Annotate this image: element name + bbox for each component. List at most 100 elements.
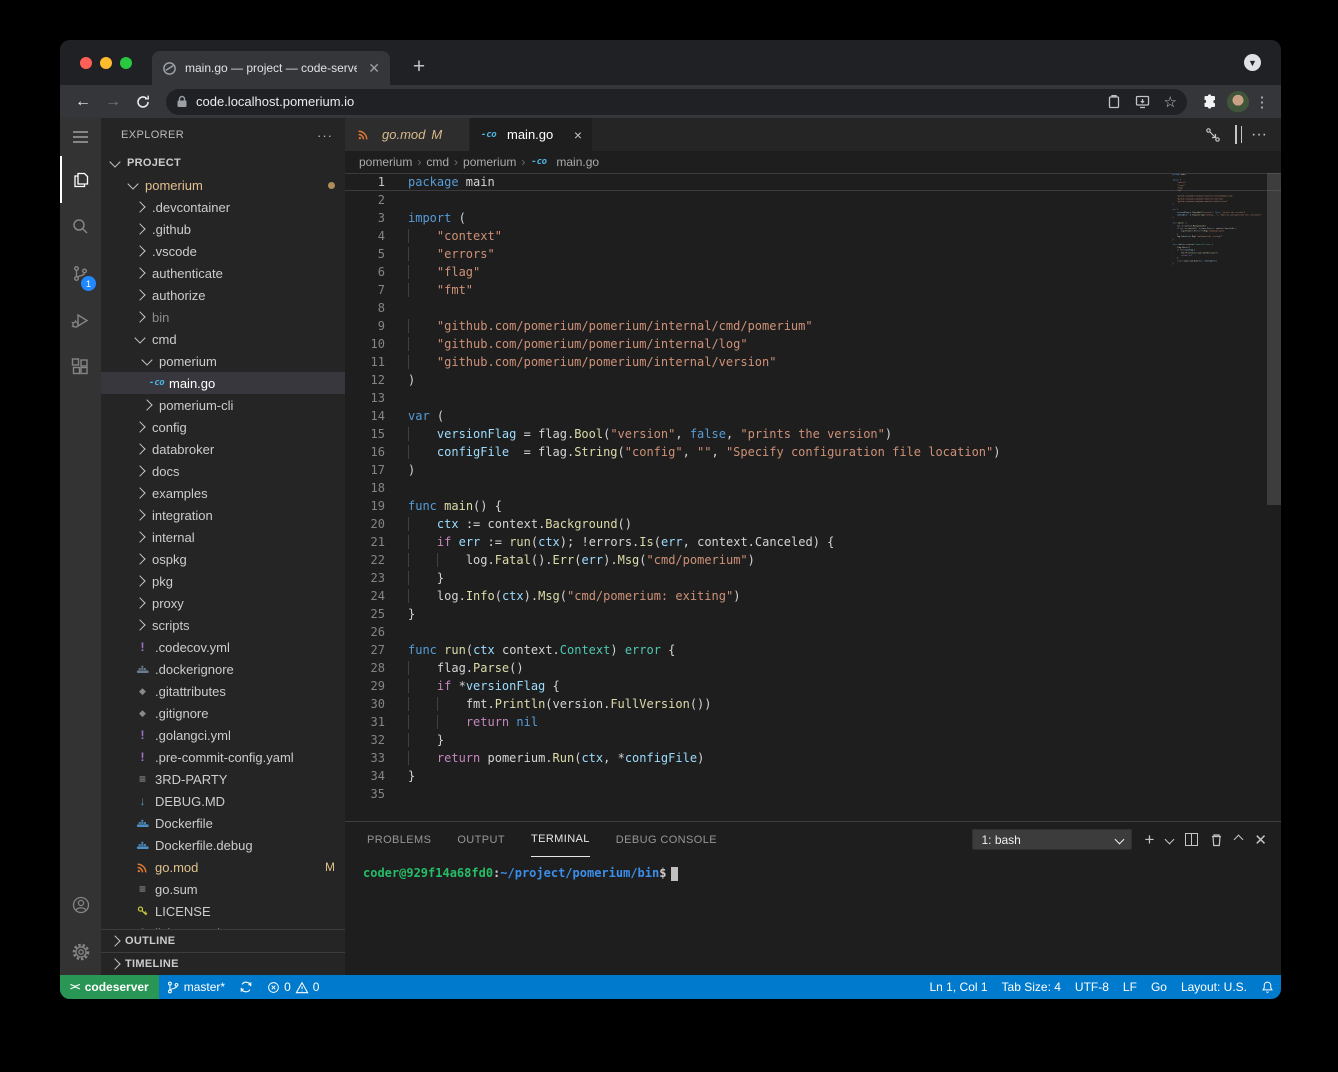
code-line-34[interactable]: 34}	[345, 767, 1281, 785]
tab-close-icon[interactable]: ✕	[368, 61, 380, 75]
sidebar-more-icon[interactable]: ···	[317, 128, 333, 143]
code-line-17[interactable]: 17)	[345, 461, 1281, 479]
copy-url-icon[interactable]	[1107, 94, 1121, 109]
new-terminal-icon[interactable]: +	[1144, 830, 1154, 850]
tab-output[interactable]: OUTPUT	[457, 822, 505, 857]
terminal-select[interactable]: 1: bash	[972, 829, 1132, 850]
tab-search-button[interactable]: ▼	[1244, 54, 1261, 71]
code-line-25[interactable]: 25}	[345, 605, 1281, 623]
tree-item-cmd[interactable]: cmd	[101, 328, 345, 350]
tree-item-pomerium[interactable]: pomerium	[101, 350, 345, 372]
tree-item--devcontainer[interactable]: .devcontainer	[101, 196, 345, 218]
editor-more-icon[interactable]: ···	[1251, 126, 1267, 144]
minimize-window-button[interactable]	[100, 57, 112, 69]
code-line-14[interactable]: 14var (	[345, 407, 1281, 425]
tab-problems[interactable]: PROBLEMS	[367, 822, 431, 857]
code-line-9[interactable]: 9 "github.com/pomerium/pomerium/internal…	[345, 317, 1281, 335]
tree-item-config[interactable]: config	[101, 416, 345, 438]
code-line-23[interactable]: 23 }	[345, 569, 1281, 587]
terminal-dropdown-icon[interactable]	[1165, 835, 1175, 845]
breadcrumb-item[interactable]: main.go	[556, 155, 599, 169]
tab-size[interactable]: Tab Size: 4	[995, 975, 1068, 999]
explorer-icon[interactable]	[60, 156, 101, 203]
open-changes-icon[interactable]	[1205, 127, 1221, 143]
split-terminal-icon[interactable]	[1185, 833, 1198, 846]
tree-item--gitattributes[interactable]: ◆.gitattributes	[101, 680, 345, 702]
code-line-32[interactable]: 32 }	[345, 731, 1281, 749]
new-tab-button[interactable]: +	[404, 52, 434, 82]
scrollbar-thumb[interactable]	[1267, 173, 1281, 505]
code-line-18[interactable]: 18	[345, 479, 1281, 497]
code-line-10[interactable]: 10 "github.com/pomerium/pomerium/interna…	[345, 335, 1281, 353]
code-line-8[interactable]: 8	[345, 299, 1281, 317]
tree-item-authorize[interactable]: authorize	[101, 284, 345, 306]
bookmark-icon[interactable]: ☆	[1164, 93, 1177, 111]
tree-item-3rd-party[interactable]: ≡3RD-PARTY	[101, 768, 345, 790]
code-line-12[interactable]: 12)	[345, 371, 1281, 389]
forward-icon[interactable]: →	[100, 89, 126, 115]
tree-item--gitignore[interactable]: ◆.gitignore	[101, 702, 345, 724]
code-editor[interactable]: 1package main23import (4 "context"5 "err…	[345, 173, 1281, 821]
tab-go-mod[interactable]: go.mod M	[345, 118, 470, 151]
code-line-29[interactable]: 29 if *versionFlag {	[345, 677, 1281, 695]
address-bar[interactable]: code.localhost.pomerium.io ☆	[166, 89, 1187, 115]
tree-item-lichen-yaml[interactable]: !lichen.yaml	[101, 922, 345, 929]
code-line-4[interactable]: 4 "context"	[345, 227, 1281, 245]
code-line-5[interactable]: 5 "errors"	[345, 245, 1281, 263]
tree-item-go-mod[interactable]: go.modM	[101, 856, 345, 878]
extensions-icon[interactable]	[60, 344, 101, 391]
problems-item[interactable]: 0 0	[260, 975, 326, 999]
tab-close-icon[interactable]: ×	[574, 127, 582, 143]
encoding[interactable]: UTF-8	[1068, 975, 1116, 999]
tab-main-go[interactable]: co main.go ×	[470, 118, 592, 151]
tree-item-project[interactable]: PROJECT	[101, 152, 345, 174]
notifications-bell[interactable]	[1254, 975, 1281, 999]
code-line-19[interactable]: 19func main() {	[345, 497, 1281, 515]
tree-item--codecov-yml[interactable]: !.codecov.yml	[101, 636, 345, 658]
code-line-6[interactable]: 6 "flag"	[345, 263, 1281, 281]
code-line-20[interactable]: 20 ctx := context.Background()	[345, 515, 1281, 533]
zoom-window-button[interactable]	[120, 57, 132, 69]
settings-gear-icon[interactable]	[60, 928, 101, 975]
tree-item--golangci-yml[interactable]: !.golangci.yml	[101, 724, 345, 746]
code-line-24[interactable]: 24 log.Info(ctx).Msg("cmd/pomerium: exit…	[345, 587, 1281, 605]
tree-item-scripts[interactable]: scripts	[101, 614, 345, 636]
sync-button[interactable]	[232, 975, 260, 999]
extensions-puzzle-icon[interactable]	[1197, 89, 1223, 115]
source-control-icon[interactable]: 1	[60, 250, 101, 297]
tree-item-dockerfile-debug[interactable]: Dockerfile.debug	[101, 834, 345, 856]
code-line-30[interactable]: 30 fmt.Println(version.FullVersion())	[345, 695, 1281, 713]
code-line-28[interactable]: 28 flag.Parse()	[345, 659, 1281, 677]
tree-item--dockerignore[interactable]: .dockerignore	[101, 658, 345, 680]
tree-item--github[interactable]: .github	[101, 218, 345, 240]
code-line-16[interactable]: 16 configFile = flag.String("config", ""…	[345, 443, 1281, 461]
code-line-3[interactable]: 3import (	[345, 209, 1281, 227]
account-icon[interactable]	[60, 881, 101, 928]
eol[interactable]: LF	[1116, 975, 1144, 999]
code-line-27[interactable]: 27func run(ctx context.Context) error {	[345, 641, 1281, 659]
breadcrumb-item[interactable]: cmd	[426, 155, 449, 169]
close-window-button[interactable]	[80, 57, 92, 69]
search-icon[interactable]	[60, 203, 101, 250]
tree-item-license[interactable]: LICENSE	[101, 900, 345, 922]
browser-profile-avatar[interactable]	[1227, 91, 1249, 113]
close-panel-icon[interactable]: ✕	[1254, 831, 1267, 849]
tree-item-pomerium[interactable]: pomerium	[101, 174, 345, 196]
code-line-2[interactable]: 2	[345, 191, 1281, 209]
maximize-panel-icon[interactable]	[1234, 835, 1244, 845]
code-line-31[interactable]: 31 return nil	[345, 713, 1281, 731]
tree-item--vscode[interactable]: .vscode	[101, 240, 345, 262]
tree-item-integration[interactable]: integration	[101, 504, 345, 526]
chrome-menu-icon[interactable]: ⋮	[1253, 93, 1271, 111]
editor-scrollbar[interactable]	[1267, 173, 1281, 821]
tree-item-docs[interactable]: docs	[101, 460, 345, 482]
reload-icon[interactable]	[130, 89, 156, 115]
code-line-11[interactable]: 11 "github.com/pomerium/pomerium/interna…	[345, 353, 1281, 371]
split-editor-icon[interactable]	[1235, 126, 1237, 144]
code-line-33[interactable]: 33 return pomerium.Run(ctx, *configFile)	[345, 749, 1281, 767]
kill-terminal-icon[interactable]	[1210, 833, 1223, 847]
tree-item-debug-md[interactable]: ↓DEBUG.MD	[101, 790, 345, 812]
browser-tab[interactable]: main.go — project — code-server ✕	[152, 51, 390, 85]
cursor-position[interactable]: Ln 1, Col 1	[923, 975, 995, 999]
code-line-13[interactable]: 13	[345, 389, 1281, 407]
